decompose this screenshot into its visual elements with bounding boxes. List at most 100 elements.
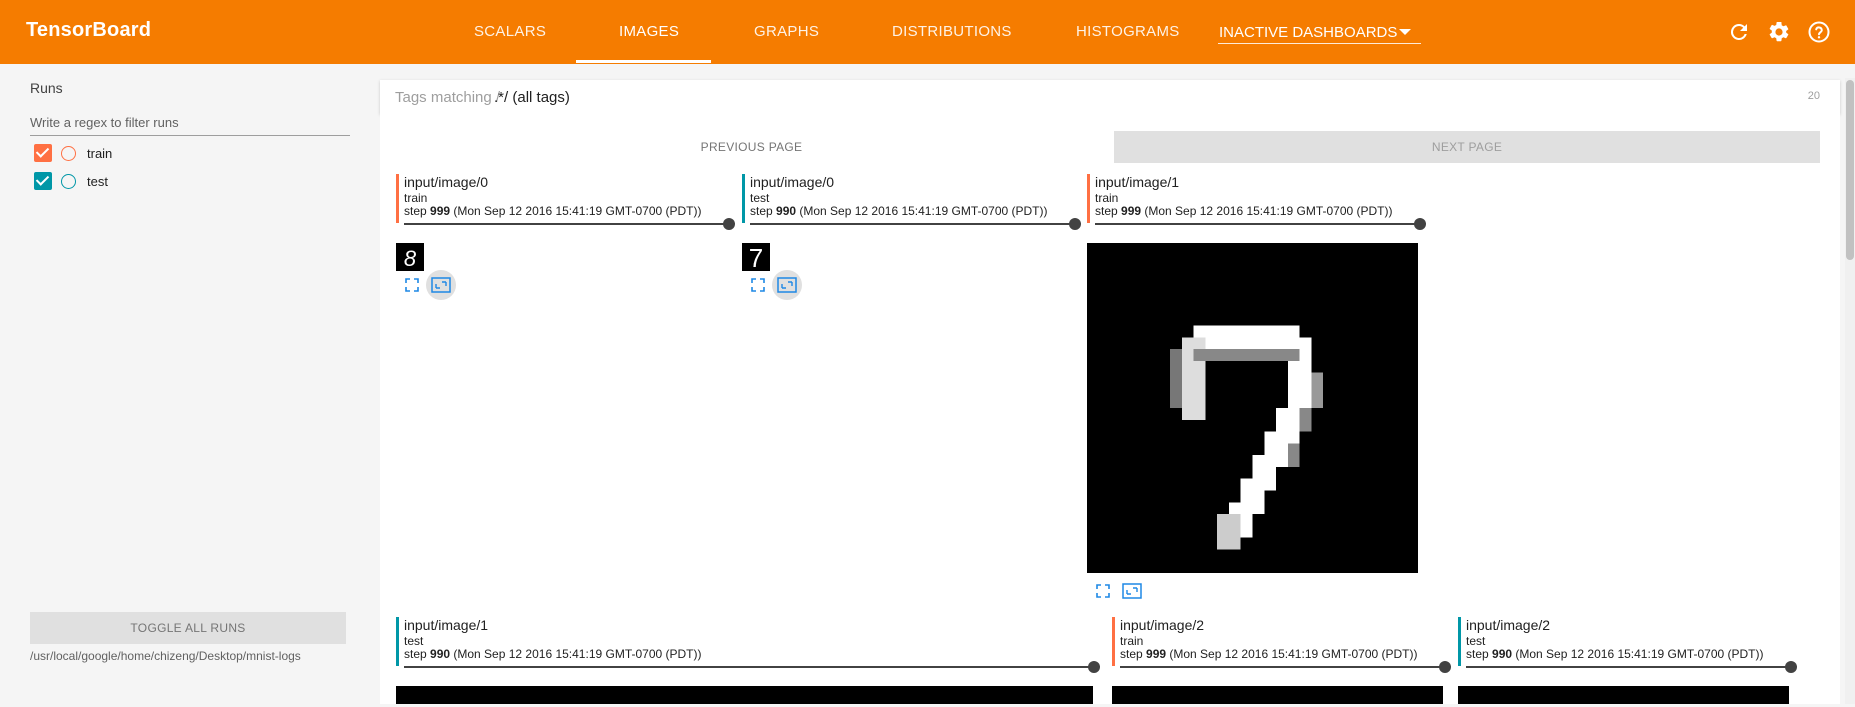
run-color-radio-test[interactable] — [61, 173, 76, 189]
caret-down-icon — [1399, 29, 1411, 35]
step-number: 999 — [1146, 647, 1167, 661]
image-tag: input/image/0 — [750, 174, 835, 190]
step-prefix: step — [404, 647, 431, 661]
tag-filter-pattern: .*/ — [494, 89, 509, 106]
tag-filter-bar[interactable]: Tags matching / .*/ (all tags) 20 — [380, 80, 1840, 114]
main-content: Tags matching / .*/ (all tags) 20 PREVIO… — [380, 64, 1840, 704]
step-slider-knob[interactable] — [1414, 218, 1426, 230]
step-time: (Mon Sep 12 2016 15:41:19 GMT-0700 (PDT)… — [1141, 204, 1393, 218]
run-checkbox-test[interactable] — [34, 172, 52, 190]
fit-to-size-icon — [431, 277, 451, 293]
refresh-icon[interactable] — [1727, 20, 1751, 44]
step-slider-knob[interactable] — [1088, 661, 1100, 673]
step-number: 990 — [776, 204, 797, 218]
tag-filter-input[interactable]: .*/ (all tags) — [494, 89, 570, 106]
step-slider-knob[interactable] — [1785, 661, 1797, 673]
actual-size-button[interactable] — [1117, 576, 1147, 606]
fit-to-size-icon — [1122, 583, 1142, 599]
next-page-button[interactable]: NEXT PAGE — [1114, 131, 1820, 163]
settings-icon[interactable] — [1767, 20, 1791, 44]
image-card: input/image/1 train step 999 (Mon Sep 12… — [1087, 174, 1427, 604]
app-title: TensorBoard — [26, 19, 152, 41]
fullscreen-icon — [751, 278, 765, 292]
run-color-bar — [1112, 617, 1115, 666]
run-label-train: train — [87, 145, 113, 161]
image-step-info: step 990 (Mon Sep 12 2016 15:41:19 GMT-0… — [1466, 647, 1764, 661]
step-prefix: step — [1466, 647, 1493, 661]
step-slider-track[interactable] — [750, 223, 1075, 225]
step-time: (Mon Sep 12 2016 15:41:19 GMT-0700 (PDT)… — [796, 204, 1048, 218]
tab-histograms[interactable]: HISTOGRAMS — [1076, 0, 1180, 64]
image-tag: input/image/0 — [404, 174, 489, 190]
expand-image-button[interactable] — [397, 270, 427, 300]
tab-distributions[interactable]: DISTRIBUTIONS — [892, 0, 1012, 64]
run-color-radio-train[interactable] — [61, 145, 76, 161]
actual-size-button[interactable] — [772, 270, 802, 300]
help-icon[interactable] — [1807, 20, 1831, 44]
step-number: 990 — [1492, 647, 1513, 661]
step-prefix: step — [404, 204, 431, 218]
image-step-info: step 999 (Mon Sep 12 2016 15:41:19 GMT-0… — [1120, 647, 1418, 661]
step-slider-track[interactable] — [1466, 666, 1791, 668]
active-tab-indicator — [576, 60, 711, 63]
step-time: (Mon Sep 12 2016 15:41:19 GMT-0700 (PDT)… — [450, 647, 702, 661]
tab-images[interactable]: IMAGES — [619, 0, 679, 64]
step-number: 999 — [1121, 204, 1142, 218]
scrollbar-thumb[interactable] — [1846, 80, 1854, 260]
image-run: test — [750, 191, 770, 205]
vertical-scrollbar[interactable] — [1845, 78, 1855, 704]
image-run: train — [404, 191, 428, 205]
run-color-bar — [396, 174, 399, 223]
image-thumbnail[interactable]: 7 — [742, 243, 770, 273]
expand-image-button[interactable] — [743, 270, 773, 300]
run-color-bar — [1087, 174, 1090, 223]
image-step-info: step 990 (Mon Sep 12 2016 15:41:19 GMT-0… — [404, 647, 702, 661]
actual-size-button[interactable] — [426, 270, 456, 300]
digit-image: 7 — [749, 243, 763, 273]
image-tag: input/image/1 — [1095, 174, 1180, 190]
inactive-dashboards-dropdown[interactable]: INACTIVE DASHBOARDS — [1218, 18, 1421, 44]
image-run: train — [1120, 634, 1144, 648]
step-slider-knob[interactable] — [1069, 218, 1081, 230]
image-card: input/image/1 test step 990 (Mon Sep 12 … — [396, 617, 1101, 707]
image-display[interactable] — [1112, 686, 1443, 704]
step-number: 999 — [430, 204, 451, 218]
step-slider-track[interactable] — [404, 223, 729, 225]
top-toolbar: TensorBoard SCALARS IMAGES GRAPHS DISTRI… — [0, 0, 1855, 64]
inactive-dashboards-label: INACTIVE DASHBOARDS — [1219, 24, 1398, 41]
run-row-test: test — [34, 171, 108, 191]
step-slider-track[interactable] — [1095, 223, 1420, 225]
tag-filter-label: Tags matching / — [395, 89, 501, 106]
tab-scalars[interactable]: SCALARS — [474, 0, 546, 64]
tab-graphs[interactable]: GRAPHS — [754, 0, 819, 64]
image-card: input/image/0 train step 999 (Mon Sep 12… — [396, 174, 736, 314]
fit-to-size-icon — [777, 277, 797, 293]
step-slider-track[interactable] — [404, 666, 1094, 668]
image-display[interactable] — [1458, 686, 1789, 704]
run-filter-input[interactable] — [30, 110, 350, 136]
image-tag: input/image/1 — [404, 617, 489, 633]
expand-image-button[interactable] — [1088, 576, 1118, 606]
image-card: input/image/2 train step 999 (Mon Sep 12… — [1112, 617, 1452, 707]
image-step-info: step 999 (Mon Sep 12 2016 15:41:19 GMT-0… — [404, 204, 702, 218]
digit-image: 8 — [404, 246, 417, 271]
previous-page-button[interactable]: PREVIOUS PAGE — [380, 131, 1123, 163]
toggle-all-runs-button[interactable]: TOGGLE ALL RUNS — [30, 612, 346, 644]
run-color-bar — [396, 617, 399, 666]
step-slider-track[interactable] — [1120, 666, 1445, 668]
step-slider-knob[interactable] — [1439, 661, 1451, 673]
step-time: (Mon Sep 12 2016 15:41:19 GMT-0700 (PDT)… — [1166, 647, 1418, 661]
digit-image — [1170, 325, 1324, 550]
image-tag: input/image/2 — [1466, 617, 1551, 633]
image-run: test — [1466, 634, 1486, 648]
image-display[interactable] — [1087, 243, 1418, 573]
image-display[interactable] — [396, 686, 1093, 704]
step-slider-knob[interactable] — [723, 218, 735, 230]
image-thumbnail[interactable]: 8 — [396, 243, 424, 271]
sidebar: Runs train test TOGGLE ALL RUNS /usr/loc… — [0, 64, 372, 704]
step-prefix: step — [1120, 647, 1147, 661]
image-panel: PREVIOUS PAGE NEXT PAGE input/image/0 tr… — [380, 114, 1840, 704]
step-prefix: step — [750, 204, 777, 218]
fullscreen-icon — [1096, 584, 1110, 598]
run-checkbox-train[interactable] — [34, 144, 52, 162]
